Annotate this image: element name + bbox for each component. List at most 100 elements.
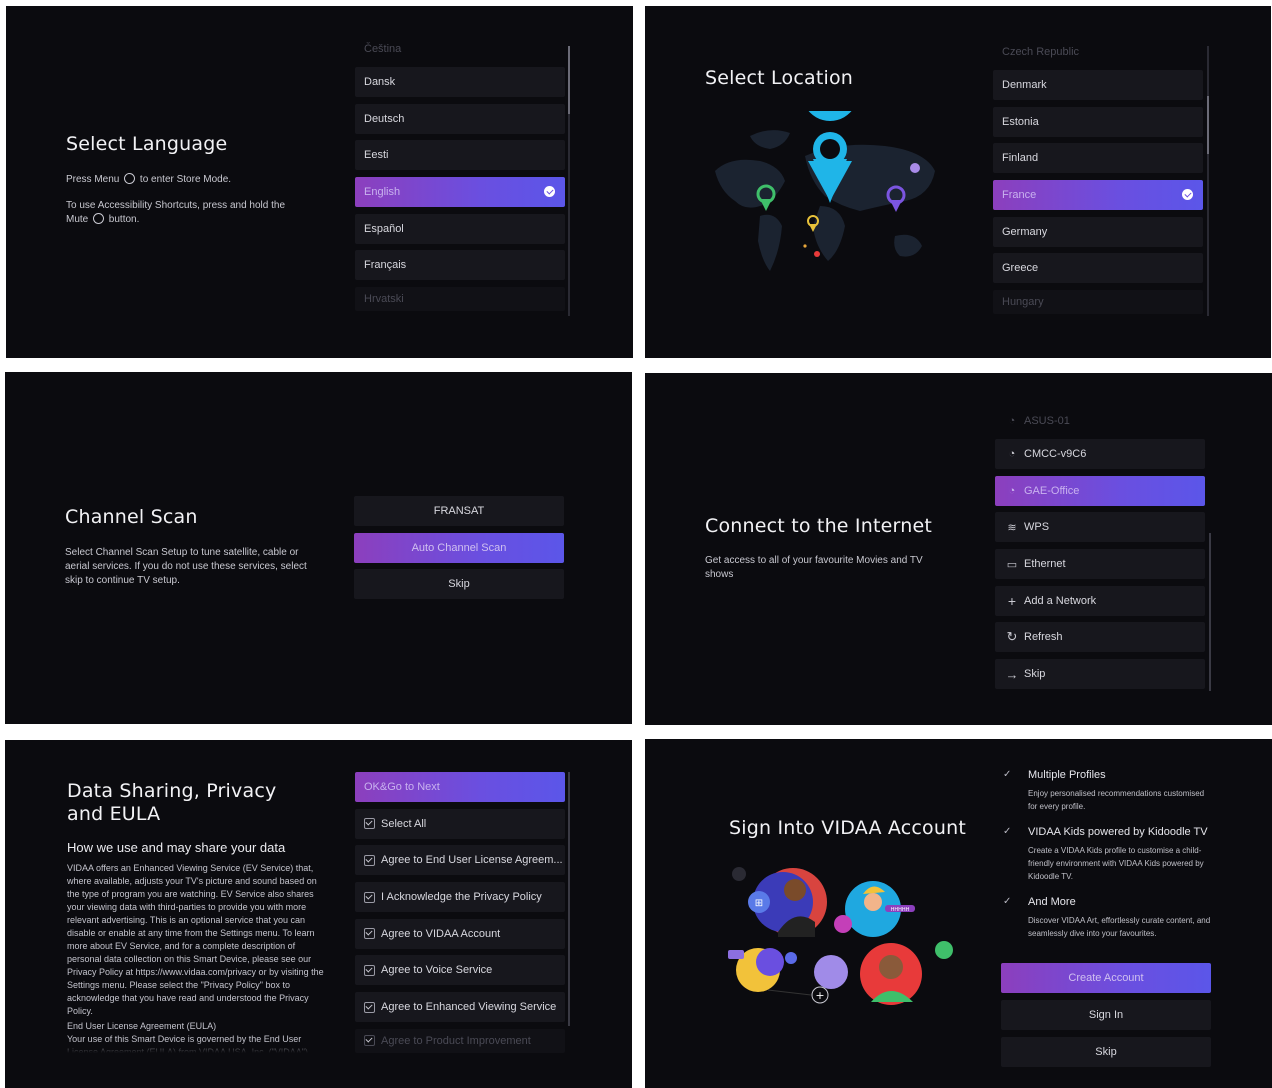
page-title: Sign Into VIDAA Account xyxy=(729,817,967,839)
list-item[interactable]: Dansk xyxy=(355,67,565,97)
auto-channel-scan-button[interactable]: Auto Channel Scan xyxy=(354,533,564,563)
speech-bubble-label: HHHHH xyxy=(891,907,910,913)
consent-list: OK&Go to Next Select All Agree to End Us… xyxy=(355,772,565,1060)
list-item[interactable]: Eesti xyxy=(355,140,565,171)
location-list: Czech Republic Denmark Estonia Finland F… xyxy=(993,41,1203,321)
checkbox-icon xyxy=(364,891,375,903)
page-title: Select Location xyxy=(705,67,854,89)
channel-scan-description: Select Channel Scan Setup to tune satell… xyxy=(65,547,307,586)
scrollbar[interactable] xyxy=(568,772,570,1026)
checkbox-icon xyxy=(364,928,375,940)
panel-channel-scan: Channel Scan Select Channel Scan Setup t… xyxy=(5,372,632,724)
list-item[interactable]: Français xyxy=(355,250,565,281)
list-item[interactable]: Español xyxy=(355,213,565,244)
wps-item[interactable]: ≋ WPS xyxy=(995,512,1205,543)
scrollbar[interactable] xyxy=(1207,46,1209,316)
feature-title: And More xyxy=(1028,896,1076,908)
plus-icon: + xyxy=(815,989,824,1002)
mute-button-icon xyxy=(93,213,105,224)
list-item[interactable]: Deutsch xyxy=(355,103,565,134)
network-item[interactable]: ◔ CMCC-v9C6 xyxy=(995,439,1205,469)
voice-service-checkbox[interactable]: Agree to Voice Service xyxy=(355,955,565,986)
internet-description: Get access to all of your favourite Movi… xyxy=(705,555,923,580)
refresh-item[interactable]: ↻ Refresh xyxy=(995,622,1205,653)
select-all-checkbox[interactable]: Select All xyxy=(355,808,565,839)
list-item[interactable]: Hungary xyxy=(993,290,1203,315)
wifi-lock-icon: ◔ xyxy=(1008,415,1016,427)
checkbox-icon xyxy=(364,964,375,976)
world-map-illustration xyxy=(715,111,935,271)
feature-title: VIDAA Kids powered by Kidoodle TV xyxy=(1028,826,1208,838)
ethernet-icon: ▭ xyxy=(1006,558,1018,571)
list-item[interactable]: Čeština xyxy=(355,38,565,60)
checkbox-icon xyxy=(364,854,375,866)
network-list: ◔ ASUS-01 ◔ CMCC-v9C6 ◔ GAE-Office ≋ WPS ▭ Et… xyxy=(995,410,1205,696)
plus-icon: + xyxy=(1007,592,1017,609)
wifi-lock-icon: ◔ xyxy=(1008,484,1016,497)
scrollbar[interactable] xyxy=(568,46,570,316)
svg-text:⊞: ⊞ xyxy=(755,898,763,909)
arrow-right-icon: → xyxy=(1005,666,1019,682)
skip-button[interactable]: Skip xyxy=(354,569,564,599)
privacy-policy-checkbox[interactable]: I Acknowledge the Privacy Policy xyxy=(355,882,565,913)
skip-item[interactable]: → Skip xyxy=(995,659,1205,690)
refresh-icon: ↻ xyxy=(1006,629,1018,645)
privacy-body: VIDAA offers an Enhanced Viewing Service… xyxy=(67,863,324,1016)
network-item[interactable]: ◔ ASUS-01 xyxy=(995,410,1205,432)
sign-in-button[interactable]: Sign In xyxy=(1001,1000,1211,1030)
feature-title: Multiple Profiles xyxy=(1028,769,1106,781)
list-item[interactable]: Hrvatski xyxy=(355,287,565,312)
section-subtitle: How we use and may share your data xyxy=(67,840,286,855)
panel-vidaa-sign-in: Sign Into VIDAA Account ⊞ HHHHH + ✓ Mult… xyxy=(645,739,1272,1088)
skip-button[interactable]: Skip xyxy=(1001,1037,1211,1067)
scrollbar-thumb[interactable] xyxy=(568,46,570,114)
check-icon xyxy=(544,186,555,198)
panel-select-language: Select Language Press Menu to enter Stor… xyxy=(6,6,633,358)
wifi-lock-icon: ◔ xyxy=(1008,448,1016,460)
list-item[interactable]: Finland xyxy=(993,143,1203,174)
list-item-selected[interactable]: English xyxy=(355,177,565,208)
eula-checkbox[interactable]: Agree to End User License Agreem... xyxy=(355,845,565,876)
eula-body: Your use of this Smart Device is governe… xyxy=(67,1034,308,1053)
list-item-selected[interactable]: France xyxy=(993,180,1203,211)
page-title: Data Sharing, Privacy and EULA xyxy=(67,780,277,825)
feature-desc: Create a VIDAA Kids profile to customise… xyxy=(1028,846,1204,881)
checkbox-icon xyxy=(364,818,375,830)
scrollbar-thumb[interactable] xyxy=(1207,96,1209,154)
checkbox-icon xyxy=(364,1035,375,1047)
eula-title: End User License Agreement (EULA) xyxy=(67,1021,217,1031)
fransat-button[interactable]: FRANSAT xyxy=(354,496,564,526)
ok-go-next-button[interactable]: OK&Go to Next xyxy=(355,772,565,802)
page-title: Channel Scan xyxy=(65,506,198,528)
enhanced-viewing-checkbox[interactable]: Agree to Enhanced Viewing Service xyxy=(355,992,565,1023)
list-item[interactable]: Estonia xyxy=(993,106,1203,137)
scrollbar[interactable] xyxy=(1209,533,1211,691)
feature-desc: Enjoy personalised recommendations custo… xyxy=(1028,789,1205,811)
list-item[interactable]: Denmark xyxy=(993,70,1203,100)
checkbox-icon xyxy=(364,1001,375,1013)
accessibility-hint: To use Accessibility Shortcuts, press an… xyxy=(66,200,286,225)
create-account-button[interactable]: Create Account xyxy=(1001,963,1211,993)
profiles-illustration: ⊞ HHHHH + xyxy=(728,867,953,1005)
menu-button-icon xyxy=(124,173,136,184)
language-list: Čeština Dansk Deutsch Eesti English Espa… xyxy=(355,38,565,318)
add-network-item[interactable]: + Add a Network xyxy=(995,585,1205,616)
panel-connect-internet: Connect to the Internet Get access to al… xyxy=(645,373,1272,725)
check-icon: ✓ xyxy=(1003,896,1012,907)
check-icon xyxy=(1182,189,1193,201)
network-item-selected[interactable]: ◔ GAE-Office xyxy=(995,475,1205,506)
store-mode-hint: Press Menu to enter Store Mode. xyxy=(66,173,232,185)
page-title: Select Language xyxy=(66,133,228,155)
product-improvement-checkbox[interactable]: Agree to Product Improvement xyxy=(355,1028,565,1053)
feature-desc: Discover VIDAA Art, effortlessly curate … xyxy=(1028,916,1211,938)
page-title: Connect to the Internet xyxy=(705,515,932,537)
panel-select-location: Select Location Czech Republic Denmark E… xyxy=(645,6,1271,358)
check-icon: ✓ xyxy=(1003,769,1012,780)
check-icon: ✓ xyxy=(1003,826,1012,837)
list-item[interactable]: Greece xyxy=(993,253,1203,284)
wps-icon: ≋ xyxy=(1007,521,1017,534)
list-item[interactable]: Czech Republic xyxy=(993,41,1203,63)
list-item[interactable]: Germany xyxy=(993,216,1203,247)
vidaa-account-checkbox[interactable]: Agree to VIDAA Account xyxy=(355,918,565,949)
ethernet-item[interactable]: ▭ Ethernet xyxy=(995,549,1205,580)
